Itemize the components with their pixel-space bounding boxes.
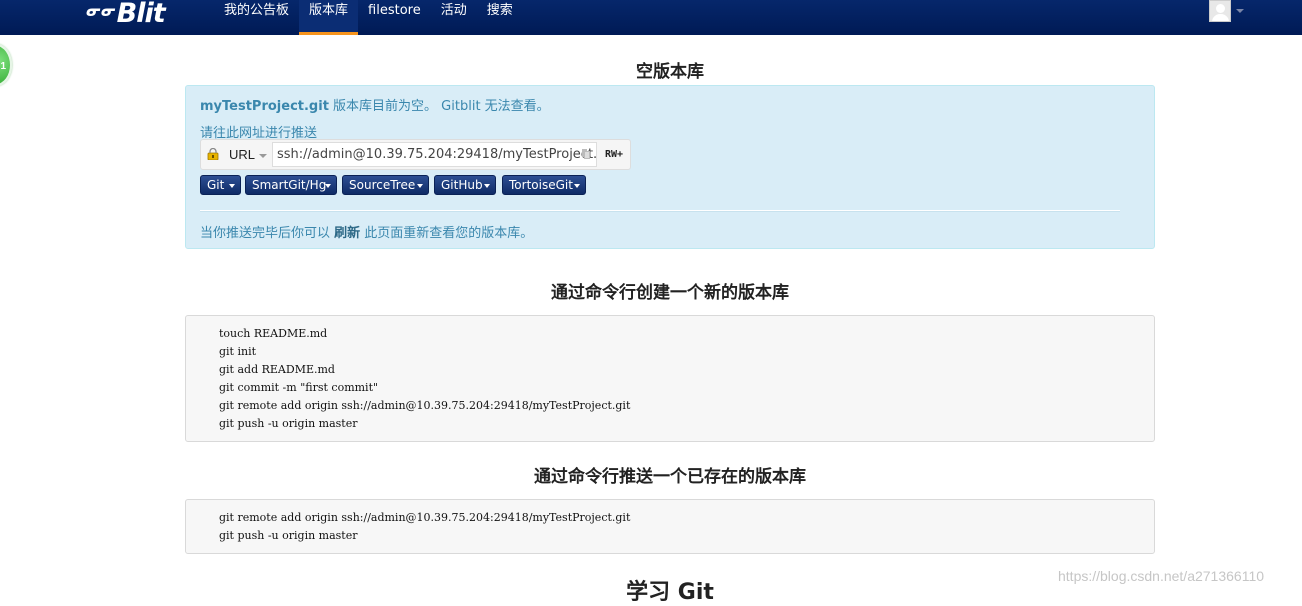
permission-label: RW+ bbox=[605, 149, 624, 160]
chevron-down-icon bbox=[229, 184, 235, 188]
code-line: git remote add origin ssh://admin@10.39.… bbox=[219, 399, 631, 412]
refresh-link[interactable]: 刷新 bbox=[334, 226, 360, 241]
chevron-down-icon bbox=[484, 184, 490, 188]
code-line: git add README.md bbox=[219, 363, 335, 376]
repo-name: myTestProject.git bbox=[200, 99, 329, 114]
empty-repo-info-box: myTestProject.git 版本库目前为空。 Gitblit 无法查看。… bbox=[185, 85, 1155, 249]
code-line: git push -u origin master bbox=[219, 417, 358, 430]
empty-repo-title: 空版本库 bbox=[636, 62, 704, 82]
code-line: git push -u origin master bbox=[219, 529, 358, 542]
refresh-message: 当你推送完毕后你可以 刷新 此页面重新查看您的版本库。 bbox=[200, 226, 534, 241]
nav-item-dashboard[interactable]: 我的公告板 bbox=[214, 0, 299, 35]
new-repo-title: 通过命令行创建一个新的版本库 bbox=[551, 283, 789, 303]
nav-item-search[interactable]: 搜索 bbox=[477, 0, 523, 35]
chevron-down-icon bbox=[417, 184, 423, 188]
chevron-down-icon[interactable] bbox=[259, 154, 267, 158]
nav-item-filestore[interactable]: filestore bbox=[358, 0, 431, 35]
git-client-button[interactable]: Git bbox=[200, 175, 241, 195]
github-client-button[interactable]: GitHub bbox=[434, 175, 496, 195]
url-protocol-select[interactable]: URL bbox=[229, 147, 255, 162]
floating-badge[interactable]: 1 bbox=[0, 44, 12, 86]
smartgit-client-button[interactable]: SmartGit/Hg bbox=[245, 175, 337, 195]
repository-url-field[interactable]: ssh://admin@10.39.75.204:29418/myTestPro… bbox=[272, 142, 597, 167]
existing-repo-title: 通过命令行推送一个已存在的版本库 bbox=[534, 467, 806, 487]
code-line: git init bbox=[219, 345, 257, 358]
nav-item-activity[interactable]: 活动 bbox=[431, 0, 477, 35]
main-nav: 我的公告板 版本库 filestore 活动 搜索 bbox=[214, 0, 523, 35]
divider bbox=[200, 210, 1120, 212]
new-repo-code-block: touch README.md git init git add README.… bbox=[185, 315, 1155, 442]
code-line: touch README.md bbox=[219, 327, 328, 340]
learn-git-title: 学习 Git bbox=[626, 580, 714, 605]
sourcetree-client-button[interactable]: SourceTree bbox=[342, 175, 429, 195]
top-navbar: ᓂᓂBlit 我的公告板 版本库 filestore 活动 搜索 bbox=[0, 0, 1302, 35]
chevron-down-icon bbox=[574, 184, 580, 188]
nav-item-repositories[interactable]: 版本库 bbox=[299, 0, 359, 35]
user-avatar-icon[interactable] bbox=[1209, 0, 1231, 22]
code-line: git commit -m "first commit" bbox=[219, 381, 379, 394]
watermark-text: https://blog.csdn.net/a271366110 bbox=[1058, 568, 1265, 584]
existing-repo-code-block: git remote add origin ssh://admin@10.39.… bbox=[185, 499, 1155, 554]
tortoisegit-client-button[interactable]: TortoiseGit bbox=[502, 175, 586, 195]
code-line: git remote add origin ssh://admin@10.39.… bbox=[219, 511, 631, 524]
repo-empty-message: myTestProject.git 版本库目前为空。 Gitblit 无法查看。 bbox=[200, 99, 550, 114]
copy-clipboard-icon[interactable] bbox=[580, 148, 592, 160]
gitblit-logo[interactable]: ᓂᓂBlit bbox=[86, 0, 166, 29]
repository-url-group: URL ssh://admin@10.39.75.204:29418/myTes… bbox=[200, 139, 631, 170]
lock-icon bbox=[207, 148, 219, 160]
user-menu-caret-icon[interactable] bbox=[1236, 9, 1244, 13]
chevron-down-icon bbox=[325, 184, 331, 188]
